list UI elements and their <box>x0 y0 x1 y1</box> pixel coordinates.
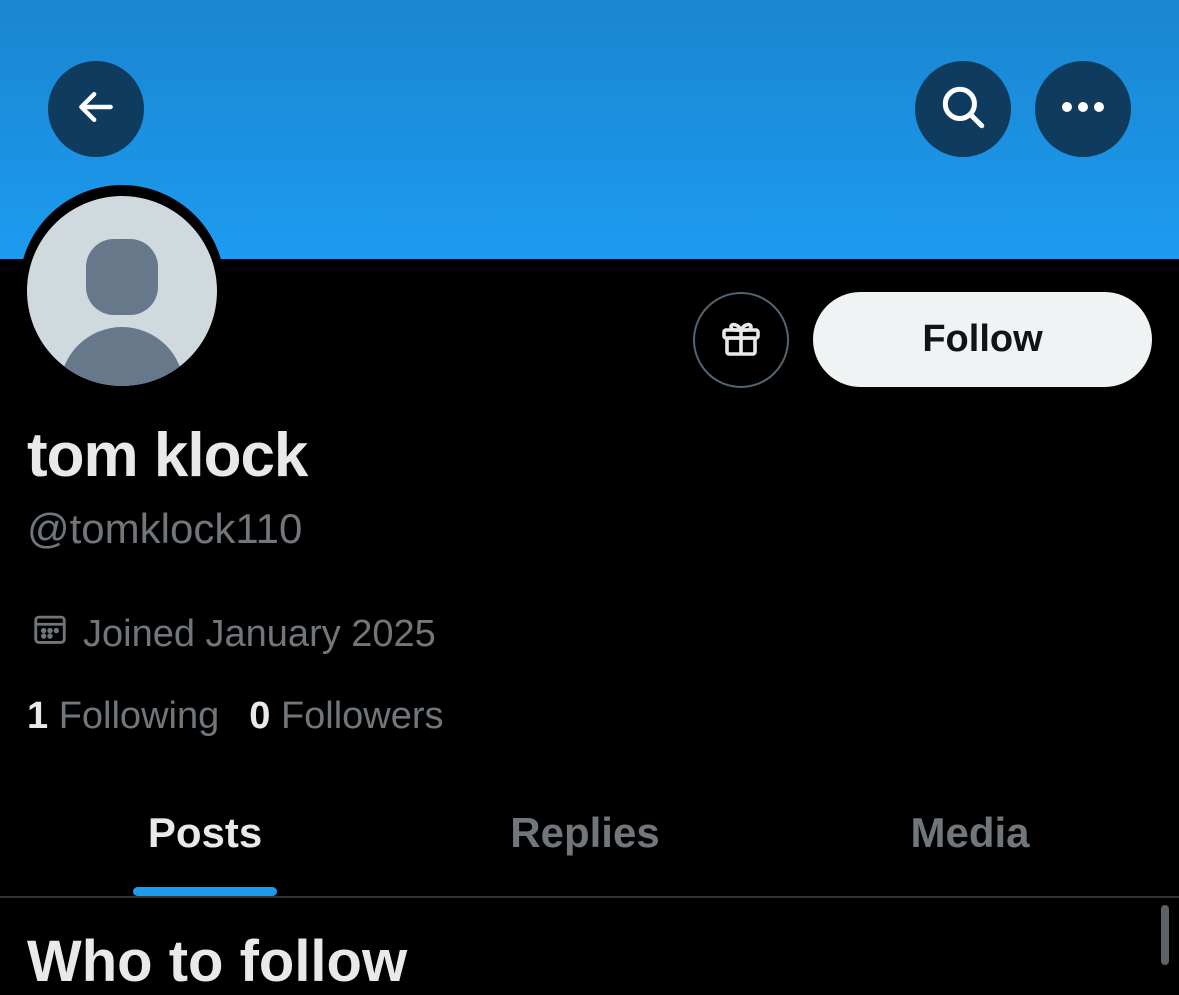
following-count: 1 <box>27 695 49 737</box>
more-options-button[interactable] <box>1035 61 1131 157</box>
arrow-left-icon <box>74 85 118 134</box>
gift-button[interactable] <box>693 292 789 388</box>
ellipsis-icon <box>1060 100 1106 119</box>
active-tab-indicator <box>133 887 277 896</box>
gift-icon <box>717 314 765 367</box>
search-button[interactable] <box>915 61 1011 157</box>
follow-stats: 1 Following 0 Followers <box>27 695 444 738</box>
followers-count: 0 <box>249 695 271 737</box>
who-to-follow-heading: Who to follow <box>27 929 408 994</box>
avatar-placeholder-body <box>60 327 184 386</box>
following-label: Following <box>58 695 220 737</box>
tabs-divider <box>0 896 1179 898</box>
display-name: tom klock <box>27 421 308 490</box>
profile-tabs: Posts Replies Media <box>0 770 1179 896</box>
avatar[interactable] <box>27 196 217 386</box>
back-button[interactable] <box>48 61 144 157</box>
tab-replies[interactable]: Replies <box>390 770 780 896</box>
followers-label: Followers <box>280 695 444 737</box>
search-icon <box>938 82 988 137</box>
calendar-icon <box>31 610 69 658</box>
scrollbar[interactable] <box>1161 905 1169 965</box>
followers-link[interactable]: 0 Followers <box>249 695 443 738</box>
avatar-placeholder-head <box>86 239 158 315</box>
joined-label: Joined January 2025 <box>83 612 436 655</box>
user-handle: @tomklock110 <box>27 505 303 552</box>
joined-date: Joined January 2025 <box>31 610 436 658</box>
tab-media[interactable]: Media <box>775 770 1165 896</box>
follow-button[interactable]: Follow <box>813 292 1152 387</box>
following-link[interactable]: 1 Following <box>27 695 219 738</box>
tab-posts[interactable]: Posts <box>0 770 410 896</box>
